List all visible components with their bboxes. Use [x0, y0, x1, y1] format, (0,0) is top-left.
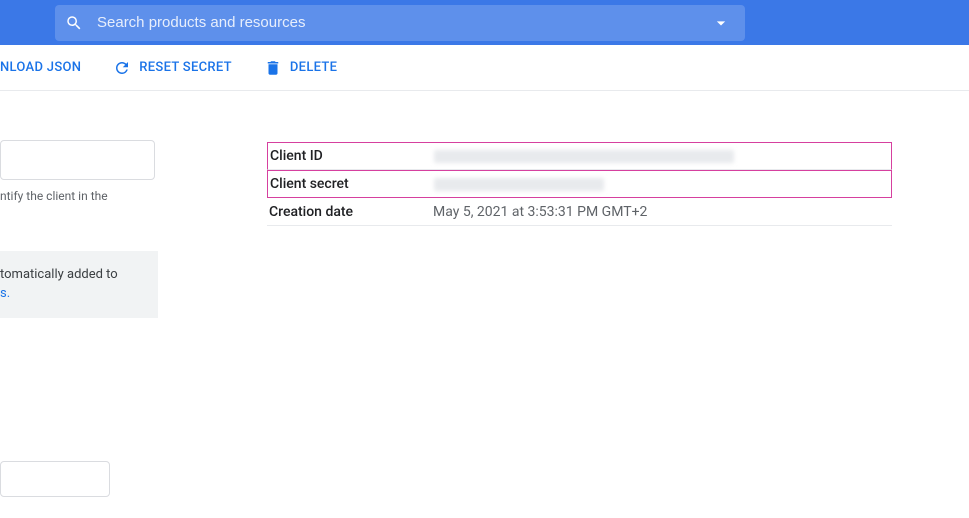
info-link[interactable]: s.: [0, 286, 10, 301]
action-bar: NLOAD JSON RESET SECRET DELETE: [0, 45, 969, 91]
redacted-value: [434, 150, 734, 163]
creation-date-value: May 5, 2021 at 3:53:31 PM GMT+2: [433, 204, 647, 220]
creation-date-label: Creation date: [269, 204, 433, 220]
detail-table: Client ID Client secret Creation date Ma…: [267, 142, 892, 226]
client-id-label: Client ID: [270, 148, 434, 164]
redacted-value: [434, 178, 604, 191]
search-icon: [65, 14, 83, 32]
info-box: tomatically added to s.: [0, 251, 158, 318]
search-box[interactable]: [55, 5, 745, 41]
detail-row-client-id: Client ID: [267, 142, 892, 170]
detail-row-creation-date: Creation date May 5, 2021 at 3:53:31 PM …: [267, 198, 892, 226]
search-input[interactable]: [83, 14, 707, 31]
name-helper-text: ntify the client in the: [0, 188, 160, 205]
reset-secret-label: RESET SECRET: [139, 60, 232, 75]
name-input[interactable]: [0, 140, 155, 180]
download-json-label: NLOAD JSON: [0, 60, 81, 75]
client-id-value: [434, 150, 734, 163]
client-secret-label: Client secret: [270, 176, 434, 192]
reset-secret-button[interactable]: RESET SECRET: [113, 59, 232, 77]
client-secret-value: [434, 178, 604, 191]
trash-icon: [264, 59, 282, 77]
delete-label: DELETE: [290, 60, 337, 75]
refresh-icon: [113, 59, 131, 77]
top-bar: [0, 0, 969, 45]
detail-row-client-secret: Client secret: [267, 170, 892, 198]
chevron-down-icon[interactable]: [707, 13, 735, 33]
left-column: ntify the client in the tomatically adde…: [0, 140, 160, 318]
download-json-button[interactable]: NLOAD JSON: [0, 60, 81, 75]
uri-input[interactable]: [0, 461, 110, 497]
delete-button[interactable]: DELETE: [264, 59, 337, 77]
info-text: tomatically added to: [0, 267, 118, 282]
